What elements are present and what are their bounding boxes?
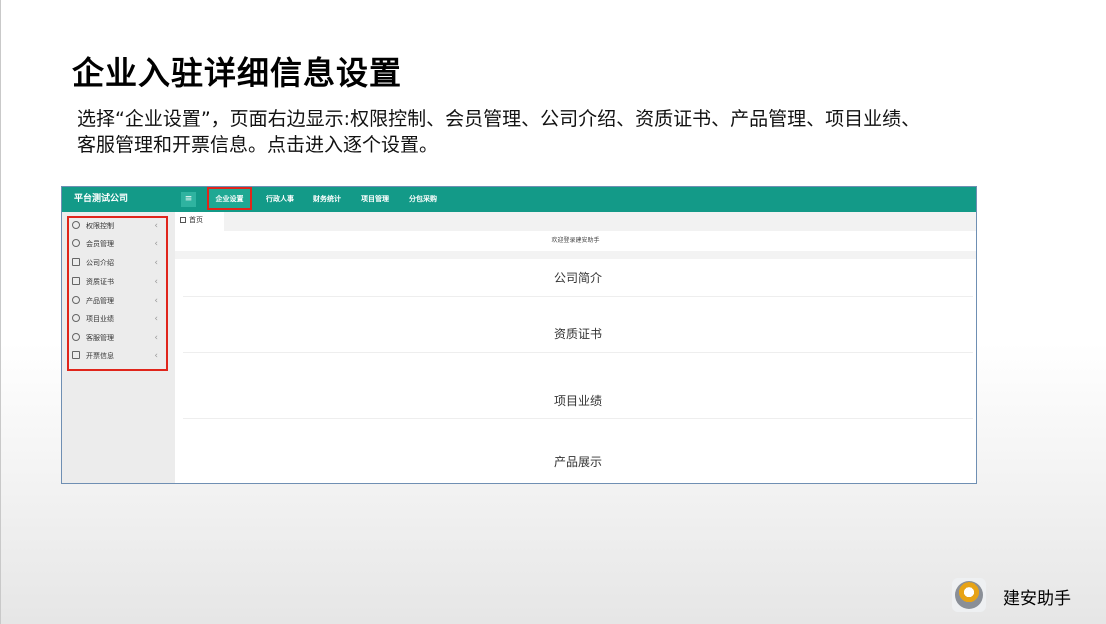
slide-description: 选择“企业设置”，页面右边显示:权限控制、会员管理、公司介绍、资质证书、产品管理… xyxy=(77,108,921,156)
section-product-showcase[interactable]: 产品展示 xyxy=(183,419,973,481)
sidebar-item-label: 公司介绍 xyxy=(86,259,114,267)
sidebar-item-invoice[interactable]: 开票信息 ‹ xyxy=(72,347,162,365)
history-icon xyxy=(72,314,80,322)
edit-icon xyxy=(72,351,80,359)
chevron-left-icon: ‹ xyxy=(154,333,158,343)
sidebar-item-performance[interactable]: 项目业绩 ‹ xyxy=(72,310,162,328)
sidebar-item-products[interactable]: 产品管理 ‹ xyxy=(72,292,162,310)
tab-home-label: 首页 xyxy=(189,216,203,224)
app-screenshot: 平台测试公司 ≡ 企业设置 行政人事 财务统计 项目管理 分包采购 权限控制 ‹… xyxy=(61,186,977,484)
top-navbar: 平台测试公司 ≡ 企业设置 行政人事 财务统计 项目管理 分包采购 xyxy=(62,187,976,212)
person-icon xyxy=(72,333,80,341)
chevron-left-icon: ‹ xyxy=(154,351,158,361)
sidebar-item-label: 资质证书 xyxy=(86,278,114,286)
sidebar-item-label: 客服管理 xyxy=(86,334,114,342)
brand-name: 建安助手 xyxy=(1003,589,1071,609)
sidebar-item-customer-service[interactable]: 客服管理 ‹ xyxy=(72,329,162,347)
slide-title: 企业入驻详细信息设置 xyxy=(72,54,403,92)
nav-projects[interactable]: 项目管理 xyxy=(361,187,389,212)
sidebar-item-label: 会员管理 xyxy=(86,240,114,248)
nav-hr[interactable]: 行政人事 xyxy=(266,187,294,212)
section-project-performance[interactable]: 项目业绩 xyxy=(183,353,973,419)
sidebar-item-label: 产品管理 xyxy=(86,297,114,305)
brand-logo xyxy=(952,578,986,612)
product-icon xyxy=(72,296,80,304)
sidebar: 权限控制 ‹ 会员管理 ‹ 公司介绍 ‹ 资质证书 ‹ 产品管理 ‹ 项目业绩 … xyxy=(62,212,175,483)
sidebar-item-certificates[interactable]: 资质证书 ‹ xyxy=(72,273,162,291)
sidebar-item-label: 开票信息 xyxy=(86,352,114,360)
section-company-profile[interactable]: 公司简介 xyxy=(183,259,973,297)
tab-home[interactable]: 首页 xyxy=(175,212,224,231)
nav-finance[interactable]: 财务统计 xyxy=(313,187,341,212)
chevron-left-icon: ‹ xyxy=(154,314,158,324)
sidebar-item-label: 项目业绩 xyxy=(86,315,114,323)
chevron-left-icon: ‹ xyxy=(154,296,158,306)
nav-enterprise-settings[interactable]: 企业设置 xyxy=(207,187,252,210)
left-border xyxy=(0,0,1,624)
company-name: 平台测试公司 xyxy=(74,194,129,204)
chevron-left-icon: ‹ xyxy=(154,239,158,249)
user-circle-icon xyxy=(72,239,80,247)
sidebar-item-members[interactable]: 会员管理 ‹ xyxy=(72,235,162,253)
hamburger-icon[interactable]: ≡ xyxy=(181,192,196,207)
settings-icon xyxy=(72,221,80,229)
chevron-left-icon: ‹ xyxy=(154,221,158,231)
chevron-left-icon: ‹ xyxy=(154,277,158,287)
welcome-text: 欢迎登录建安助手 xyxy=(551,237,600,244)
chevron-left-icon: ‹ xyxy=(154,258,158,268)
image-icon xyxy=(72,277,80,285)
nav-procurement[interactable]: 分包采购 xyxy=(409,187,437,212)
tab-bar: 首页 xyxy=(175,212,976,231)
document-icon xyxy=(72,258,80,266)
home-icon xyxy=(180,217,186,223)
sidebar-item-company-intro[interactable]: 公司介绍 ‹ xyxy=(72,254,162,272)
divider xyxy=(175,251,976,259)
sidebar-item-label: 权限控制 xyxy=(86,222,114,230)
sidebar-item-permissions[interactable]: 权限控制 ‹ xyxy=(72,217,162,235)
section-certificates[interactable]: 资质证书 xyxy=(183,297,973,353)
main-content: 首页 欢迎登录建安助手 公司简介 资质证书 项目业绩 产品展示 xyxy=(175,212,976,483)
